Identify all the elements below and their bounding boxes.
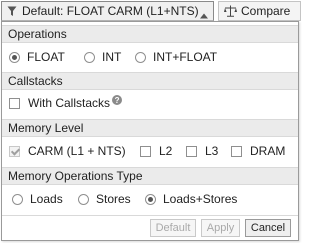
- loads-stores-radio[interactable]: [145, 193, 156, 205]
- stores-label: Stores: [96, 192, 131, 206]
- memory-level-options: CARM (L1 + NTS) L2 L3 DRAM: [2, 142, 298, 160]
- caret-up-icon: [200, 8, 208, 22]
- memory-level-header: Memory Level: [2, 119, 298, 137]
- callstacks-options: With Callstacks ?: [2, 94, 298, 112]
- carm-checkbox: [9, 145, 20, 157]
- l2-label: L2: [159, 144, 173, 158]
- int-float-radio[interactable]: [135, 51, 146, 63]
- filter-icon: [7, 6, 17, 17]
- memory-level-option-l2[interactable]: L2: [140, 142, 172, 160]
- help-icon[interactable]: ?: [112, 95, 123, 105]
- button-bar: Default Apply Cancel: [2, 215, 298, 240]
- operation-option-int-float[interactable]: INT+FLOAT: [135, 48, 217, 66]
- l3-checkbox[interactable]: [186, 145, 197, 157]
- memory-level-option-dram[interactable]: DRAM: [231, 142, 285, 160]
- compare-button[interactable]: Compare: [218, 1, 301, 21]
- callstacks-header: Callstacks: [2, 72, 298, 90]
- configuration-dropdown[interactable]: Default: FLOAT CARM (L1+NTS): [1, 1, 214, 21]
- with-callstacks-option[interactable]: With Callstacks ?: [9, 94, 123, 112]
- loads-label: Loads: [30, 192, 63, 206]
- float-radio[interactable]: [9, 51, 20, 63]
- dram-checkbox[interactable]: [231, 145, 242, 157]
- operations-options: FLOAT INT INT+FLOAT: [2, 48, 298, 66]
- memory-op-option-loads[interactable]: Loads: [12, 190, 63, 208]
- memory-op-option-stores[interactable]: Stores: [78, 190, 131, 208]
- operations-header: Operations: [2, 25, 298, 43]
- memory-level-option-l3[interactable]: L3: [186, 142, 218, 160]
- default-button[interactable]: Default: [150, 219, 196, 237]
- float-label: FLOAT: [27, 50, 65, 64]
- int-radio[interactable]: [84, 51, 95, 63]
- int-float-label: INT+FLOAT: [153, 50, 218, 64]
- memory-op-option-loads-stores[interactable]: Loads+Stores: [145, 190, 237, 208]
- l3-label: L3: [205, 144, 219, 158]
- operation-option-float[interactable]: FLOAT: [9, 48, 65, 66]
- loads-radio[interactable]: [12, 193, 23, 205]
- with-callstacks-label: With Callstacks: [28, 96, 111, 110]
- memory-operations-type-header: Memory Operations Type: [2, 167, 298, 185]
- with-callstacks-checkbox[interactable]: [9, 97, 20, 109]
- memory-operations-type-options: Loads Stores Loads+Stores: [2, 190, 298, 208]
- apply-button[interactable]: Apply: [201, 219, 240, 237]
- scale-icon: [224, 5, 237, 17]
- cancel-button[interactable]: Cancel: [245, 219, 291, 237]
- operation-option-int[interactable]: INT: [84, 48, 121, 66]
- stores-radio[interactable]: [78, 193, 89, 205]
- toolbar: Default: FLOAT CARM (L1+NTS) Compare: [0, 0, 301, 22]
- int-label: INT: [102, 50, 122, 64]
- configuration-dropdown-label: Default: FLOAT CARM (L1+NTS): [22, 4, 199, 18]
- l2-checkbox[interactable]: [140, 145, 151, 157]
- memory-level-option-carm: CARM (L1 + NTS): [9, 142, 126, 160]
- dram-label: DRAM: [250, 144, 286, 158]
- carm-label: CARM (L1 + NTS): [28, 144, 126, 158]
- settings-popup: Operations FLOAT INT INT+FLOAT Callstack…: [1, 21, 299, 241]
- loads-stores-label: Loads+Stores: [163, 192, 238, 206]
- compare-label: Compare: [241, 4, 291, 18]
